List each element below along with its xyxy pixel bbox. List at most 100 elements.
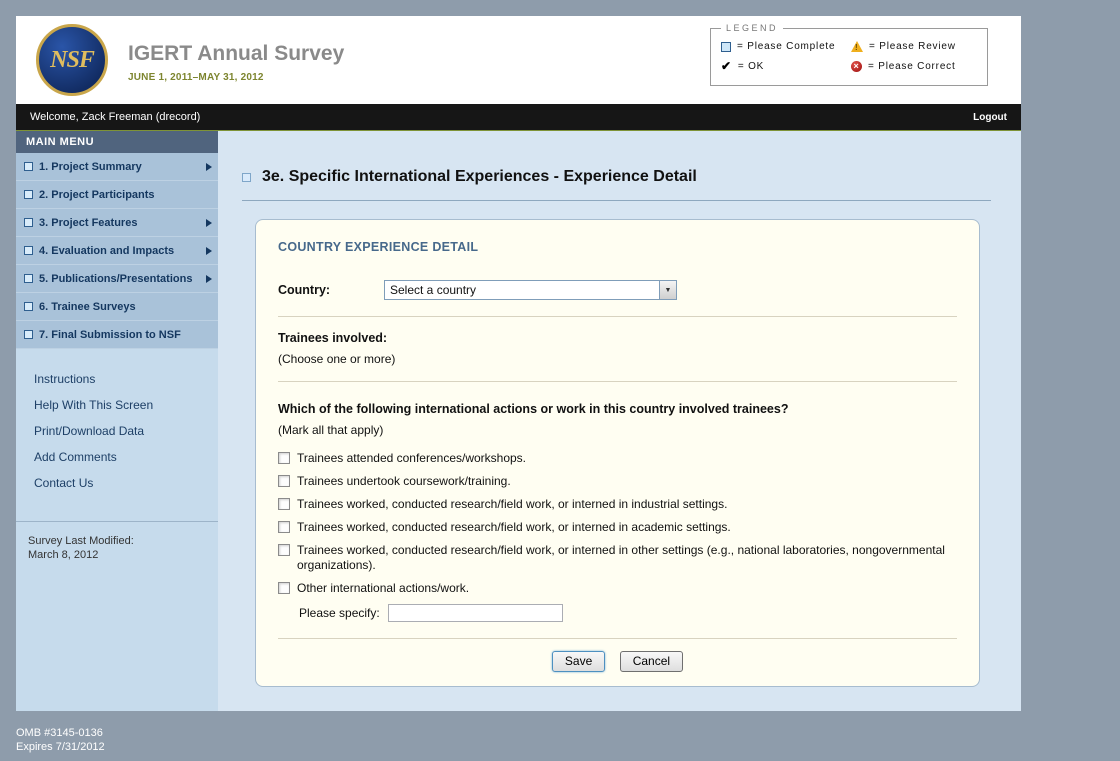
country-experience-panel: COUNTRY EXPERIENCE DETAIL Country: Selec… [255, 219, 980, 687]
menu-item-label: 7. Final Submission to NSF [39, 329, 181, 341]
checkbox-icon[interactable] [278, 498, 290, 510]
app-title: IGERT Annual Survey [128, 42, 344, 66]
country-select[interactable]: Select a country [384, 280, 677, 300]
checkbox-row-other-settings[interactable]: Trainees worked, conducted research/fiel… [278, 543, 957, 573]
last-modified-date: March 8, 2012 [28, 548, 218, 562]
chevron-down-icon[interactable] [659, 281, 676, 299]
actions-question: Which of the following international act… [278, 402, 957, 416]
sidebar-item-evaluation-impacts[interactable]: 4. Evaluation and Impacts [16, 237, 218, 265]
nsf-logo: NSF [36, 24, 108, 96]
trainees-involved-hint: (Choose one or more) [278, 352, 957, 366]
sidebar-item-project-summary[interactable]: 1. Project Summary [16, 153, 218, 181]
sidebar: MAIN MENU 1. Project Summary 2. Project … [16, 131, 218, 711]
actions-question-hint: (Mark all that apply) [278, 423, 957, 437]
link-help[interactable]: Help With This Screen [34, 399, 218, 411]
survey-period: JUNE 1, 2011–MAY 31, 2012 [128, 72, 344, 83]
app-window: NSF IGERT Annual Survey JUNE 1, 2011–MAY… [16, 16, 1021, 711]
sidebar-item-publications[interactable]: 5. Publications/Presentations [16, 265, 218, 293]
last-modified: Survey Last Modified: March 8, 2012 [16, 522, 218, 562]
chevron-right-icon [206, 163, 212, 171]
checkbox-icon[interactable] [278, 475, 290, 487]
please-complete-icon [24, 162, 33, 171]
legend-grid: = Please Complete = Please Review = OK =… [711, 29, 987, 72]
app-header: NSF IGERT Annual Survey JUNE 1, 2011–MAY… [16, 16, 1021, 104]
checkbox-label: Trainees worked, conducted research/fiel… [297, 520, 731, 535]
nsf-logo-text: NSF [50, 47, 94, 74]
link-instructions[interactable]: Instructions [34, 373, 218, 385]
error-icon [851, 61, 862, 72]
legend-label: LEGEND [721, 23, 783, 33]
sidebar-item-trainee-surveys[interactable]: 6. Trainee Surveys [16, 293, 218, 321]
menu-item-label: 2. Project Participants [39, 189, 155, 201]
chevron-right-icon [206, 247, 212, 255]
legend-text: = Please Complete [737, 41, 835, 52]
check-icon [721, 61, 732, 72]
checkbox-icon[interactable] [278, 521, 290, 533]
section-divider [278, 638, 957, 639]
checkbox-row-coursework[interactable]: Trainees undertook coursework/training. [278, 474, 957, 489]
chevron-right-icon [206, 275, 212, 283]
legend-item-review: = Please Review [851, 41, 981, 52]
checkbox-row-academic[interactable]: Trainees worked, conducted research/fiel… [278, 520, 957, 535]
specify-input[interactable] [388, 604, 563, 622]
checkbox-label: Trainees attended conferences/workshops. [297, 451, 526, 466]
please-complete-icon [24, 246, 33, 255]
sidebar-links: Instructions Help With This Screen Print… [16, 349, 218, 503]
legend-text: = Please Correct [868, 61, 956, 72]
checkbox-label: Trainees worked, conducted research/fiel… [297, 497, 727, 512]
page-title-row: 3e. Specific International Experiences -… [242, 168, 697, 186]
sidebar-item-project-features[interactable]: 3. Project Features [16, 209, 218, 237]
specify-label: Please specify: [299, 606, 380, 620]
body-region: MAIN MENU 1. Project Summary 2. Project … [16, 131, 1021, 711]
country-label: Country: [278, 283, 384, 297]
link-add-comments[interactable]: Add Comments [34, 451, 218, 463]
main-menu-header: MAIN MENU [16, 131, 218, 153]
checkbox-list: Trainees attended conferences/workshops.… [278, 451, 957, 596]
legend-item-complete: = Please Complete [721, 41, 851, 52]
welcome-text: Welcome, Zack Freeman (drecord) [30, 111, 200, 123]
please-complete-icon [24, 274, 33, 283]
welcome-bar: Welcome, Zack Freeman (drecord) Logout [16, 104, 1021, 131]
please-complete-icon [721, 42, 731, 52]
please-complete-icon [24, 302, 33, 311]
expires-date: Expires 7/31/2012 [16, 740, 105, 754]
page: NSF IGERT Annual Survey JUNE 1, 2011–MAY… [0, 0, 1120, 761]
section-divider [278, 381, 957, 382]
logout-link[interactable]: Logout [973, 112, 1007, 123]
please-complete-icon [24, 190, 33, 199]
cancel-button[interactable]: Cancel [620, 651, 683, 672]
last-modified-label: Survey Last Modified: [28, 534, 218, 548]
save-button[interactable]: Save [552, 651, 605, 672]
footer: OMB #3145-0136 Expires 7/31/2012 [16, 726, 105, 754]
menu-item-label: 6. Trainee Surveys [39, 301, 136, 313]
section-divider [278, 316, 957, 317]
checkbox-label: Trainees undertook coursework/training. [297, 474, 511, 489]
chevron-right-icon [206, 219, 212, 227]
checkbox-icon[interactable] [278, 452, 290, 464]
sidebar-item-final-submission[interactable]: 7. Final Submission to NSF [16, 321, 218, 349]
page-title: 3e. Specific International Experiences -… [262, 168, 697, 186]
checkbox-row-conferences[interactable]: Trainees attended conferences/workshops. [278, 451, 957, 466]
legend-item-ok: = OK [721, 61, 851, 72]
checkbox-row-other-actions[interactable]: Other international actions/work. [278, 581, 957, 596]
link-print-download[interactable]: Print/Download Data [34, 425, 218, 437]
please-complete-icon [242, 173, 251, 182]
checkbox-label: Other international actions/work. [297, 581, 469, 596]
checkbox-icon[interactable] [278, 582, 290, 594]
legend-text: = Please Review [869, 41, 956, 52]
legend-item-correct: = Please Correct [851, 61, 981, 72]
panel-heading: COUNTRY EXPERIENCE DETAIL [278, 240, 957, 254]
menu-item-label: 1. Project Summary [39, 161, 142, 173]
omb-number: OMB #3145-0136 [16, 726, 105, 740]
link-contact-us[interactable]: Contact Us [34, 477, 218, 489]
trainees-involved-label: Trainees involved: [278, 331, 957, 345]
country-row: Country: Select a country [278, 280, 957, 300]
main-content: 3e. Specific International Experiences -… [218, 131, 1021, 711]
sidebar-item-project-participants[interactable]: 2. Project Participants [16, 181, 218, 209]
warning-icon [851, 41, 863, 52]
please-complete-icon [24, 218, 33, 227]
checkbox-row-industrial[interactable]: Trainees worked, conducted research/fiel… [278, 497, 957, 512]
checkbox-icon[interactable] [278, 544, 290, 556]
menu-item-label: 4. Evaluation and Impacts [39, 245, 174, 257]
legend-text: = OK [738, 61, 764, 72]
